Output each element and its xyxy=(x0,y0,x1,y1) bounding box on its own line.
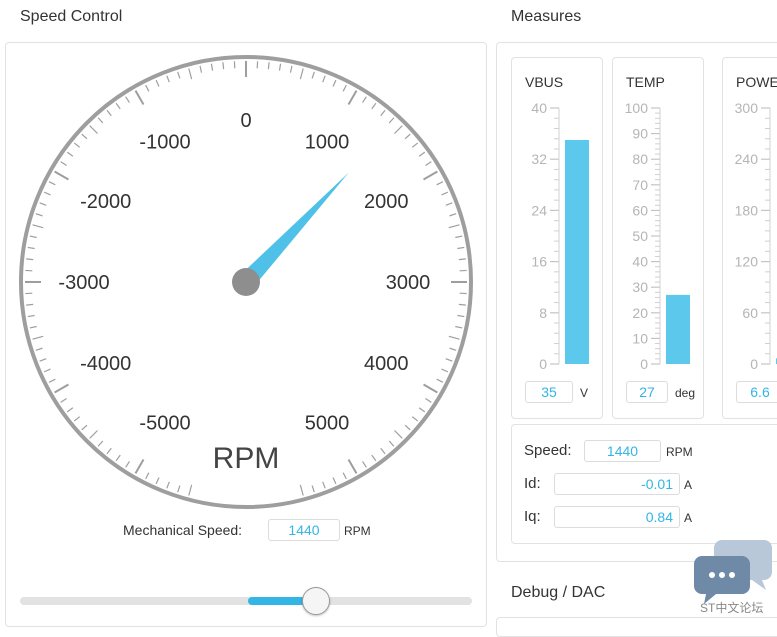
meter-tick-label: 24 xyxy=(531,202,547,218)
gauge-tick xyxy=(26,259,33,260)
gauge-tick-label: -4000 xyxy=(80,353,131,375)
gauge-tick xyxy=(268,62,269,69)
gauge-tick-label: 3000 xyxy=(386,272,431,294)
temp-bar-gauge: 1009080706050403020100 xyxy=(613,98,705,378)
iq-unit: A xyxy=(684,511,692,525)
meter-tick-label: 100 xyxy=(625,100,649,116)
iq-label: Iq: xyxy=(524,508,541,525)
meter-tick-label: 80 xyxy=(632,151,648,167)
meter-tick-label: 50 xyxy=(632,228,648,244)
speed-label: Speed: xyxy=(524,442,572,459)
gauge-tick-label: 4000 xyxy=(364,353,409,375)
gauge-tick-label: 5000 xyxy=(305,412,350,434)
meter-card-vbus: VBUS 40 32 24 16 8 0 xyxy=(511,57,603,419)
meter-tick-label: 32 xyxy=(531,151,547,167)
speed-control-title: Speed Control xyxy=(20,8,122,26)
gauge-tick-label: -5000 xyxy=(139,412,190,434)
meter-tick-label: 20 xyxy=(632,305,648,321)
watermark-text: ST中文论坛 xyxy=(700,599,763,616)
meter-tick-label: 180 xyxy=(735,202,759,218)
meter-tick-label: 60 xyxy=(742,305,758,321)
meter-title-temp: TEMP xyxy=(626,74,665,90)
meter-tick-label: 30 xyxy=(632,279,648,295)
temp-value: 27 xyxy=(626,381,668,403)
rpm-gauge: -5000 -4000 -3000 -2000 -1000 0 1000 2000 3000 40… xyxy=(18,54,474,510)
gauge-tick-label: -1000 xyxy=(139,132,190,154)
gauge-tick-label: -3000 xyxy=(58,272,109,294)
meter-tick-label: 70 xyxy=(632,177,648,193)
meter-tick-label: 300 xyxy=(735,100,759,116)
measures-title: Measures xyxy=(511,8,581,26)
gauge-tick-label: 2000 xyxy=(364,191,409,213)
gauge-unit-label: RPM xyxy=(213,442,280,475)
meter-tick-label: 16 xyxy=(531,254,547,270)
meter-tick-label: 0 xyxy=(750,356,758,372)
gauge-tick-label: -2000 xyxy=(80,191,131,213)
speed-unit: RPM xyxy=(666,445,693,459)
mechanical-speed-unit: RPM xyxy=(344,524,371,538)
speed-value: 1440 xyxy=(584,440,661,462)
speed-slider-track[interactable] xyxy=(20,597,472,605)
id-unit: A xyxy=(684,478,692,492)
meter-card-power: POWE 300 240 180 120 60 0 xyxy=(722,57,777,419)
gauge-tick xyxy=(223,62,224,69)
debug-dac-title: Debug / DAC xyxy=(511,584,605,602)
gauge-tick xyxy=(26,304,33,305)
meter-bar xyxy=(666,295,690,364)
meter-tick-label: 0 xyxy=(640,356,648,372)
power-value: 6.6 xyxy=(736,381,777,403)
meter-tick-label: 240 xyxy=(735,151,759,167)
gauge-tick xyxy=(459,304,466,305)
gauge-tick-label: 0 xyxy=(240,110,251,132)
meter-tick-label: 40 xyxy=(632,254,648,270)
meter-tick-label: 60 xyxy=(632,202,648,218)
meter-tick-label: 120 xyxy=(735,254,759,270)
power-bar-gauge: 300 240 180 120 60 0 xyxy=(723,98,777,378)
id-value: -0.01 xyxy=(554,473,680,495)
gauge-tick-label: 1000 xyxy=(305,132,350,154)
meter-tick-label: 0 xyxy=(539,356,547,372)
meter-tick-label: 10 xyxy=(632,330,648,346)
meter-card-temp: TEMP 1009080706050403020100 xyxy=(612,57,704,419)
vbus-value: 35 xyxy=(525,381,573,403)
debug-dac-panel xyxy=(496,617,777,637)
gauge-hub xyxy=(232,268,260,296)
mechanical-speed-value: 1440 xyxy=(268,519,340,541)
meter-tick-label: 90 xyxy=(632,126,648,142)
gauge-tick xyxy=(459,259,466,260)
vbus-unit: V xyxy=(580,386,588,400)
meter-tick-label: 40 xyxy=(531,100,547,116)
vbus-bar-gauge: 40 32 24 16 8 0 xyxy=(512,98,604,378)
speed-slider-thumb[interactable] xyxy=(302,587,330,615)
mechanical-speed-label: Mechanical Speed: xyxy=(123,522,242,538)
id-label: Id: xyxy=(524,475,541,492)
meter-title-vbus: VBUS xyxy=(525,74,563,90)
temp-unit: deg xyxy=(675,386,695,400)
meter-tick-label: 8 xyxy=(539,305,547,321)
meter-bar xyxy=(565,140,589,364)
meter-title-power: POWE xyxy=(736,74,777,90)
iq-value: 0.84 xyxy=(554,506,680,528)
